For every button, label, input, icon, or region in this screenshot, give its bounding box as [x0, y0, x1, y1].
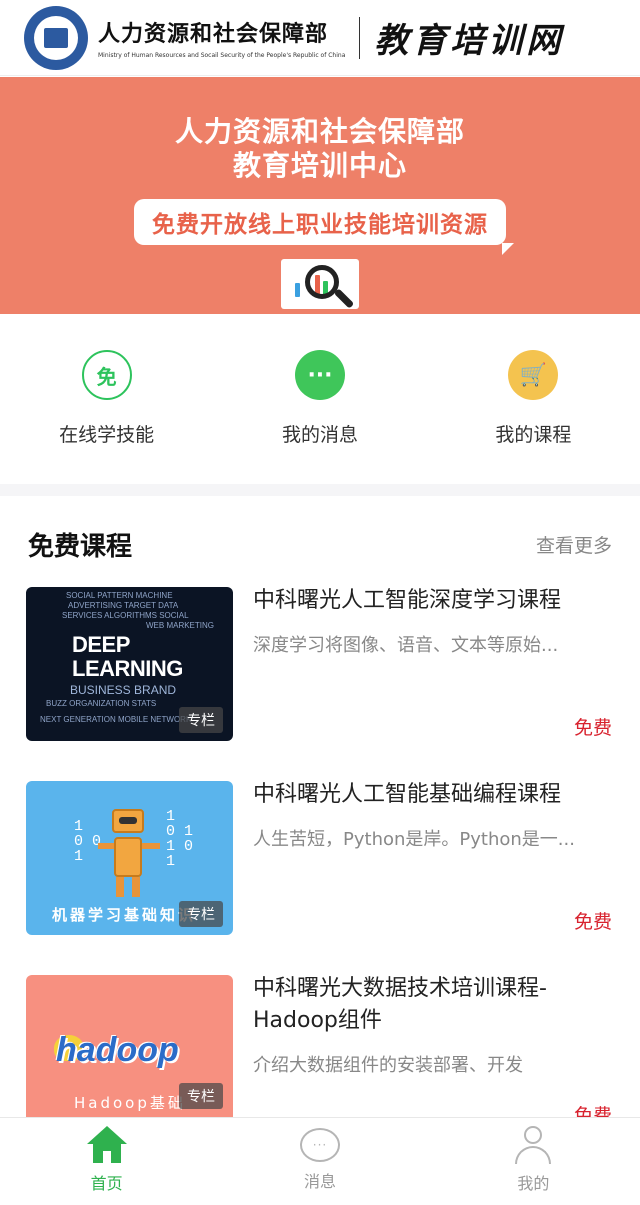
column-tag: 专栏	[179, 901, 223, 927]
course-item[interactable]: hadoop Hadoop基础 专栏 中科曙光大数据技术培训课程-Hadoop组…	[26, 975, 614, 1117]
home-roof	[86, 1126, 127, 1144]
quick-nav-messages[interactable]: ··· 我的消息	[213, 314, 426, 484]
home-door	[102, 1151, 111, 1163]
quick-nav-my-courses[interactable]: 🛒 我的课程	[427, 314, 640, 484]
free-badge-icon: 免	[81, 350, 132, 400]
org-subtitle: Ministry of Human Resources and Socail S…	[98, 52, 346, 59]
course-thumbnail: hadoop Hadoop基础 专栏	[26, 975, 233, 1117]
tab-label: 消息	[303, 1172, 336, 1191]
banner-tagline: 免费开放线上职业技能培训资源	[134, 199, 514, 255]
column-tag: 专栏	[179, 707, 223, 733]
course-thumbnail: SOCIAL PATTERN MACHINE ADVERTISING TARGE…	[26, 587, 233, 741]
tab-messages[interactable]: ··· 消息	[213, 1118, 426, 1205]
tab-label: 首页	[90, 1174, 123, 1193]
course-title: 中科曙光大数据技术培训课程-Hadoop组件	[253, 976, 547, 1033]
course-item[interactable]: 10 0 1 10 11 0 1 机器学习基础知识 专栏 中科曙光人工智能基础编…	[26, 781, 614, 937]
banner-line-1: 人力资源和社会保障部	[174, 115, 465, 148]
cart-icon: 🛒	[508, 350, 559, 400]
robot-eyes	[119, 817, 137, 824]
robot-body	[114, 837, 142, 877]
chat-bubble-icon: ···	[294, 350, 345, 400]
header-divider	[359, 16, 361, 59]
word-cloud-word: NEXT GENERATION MOBILE NETWORK	[40, 715, 192, 724]
chart-bar	[295, 283, 300, 297]
quick-nav-label: 我的消息	[281, 424, 358, 446]
org-block: 人力资源和社会保障部 Ministry of Human Resources a…	[98, 16, 345, 59]
org-name: 人力资源和社会保障部	[98, 22, 329, 47]
course-info: 中科曙光大数据技术培训课程-Hadoop组件 介绍大数据组件的安装部署、开发 免…	[253, 975, 614, 1117]
course-thumbnail: 10 0 1 10 11 0 1 机器学习基础知识 专栏	[26, 781, 233, 935]
robot-arm	[142, 843, 160, 849]
course-description: 介绍大数据组件的安装部署、开发	[253, 1055, 523, 1076]
section-divider	[0, 484, 640, 496]
course-title: 中科曙光人工智能深度学习课程	[253, 588, 562, 613]
course-price: 免费	[573, 1105, 612, 1117]
quick-nav-label: 在线学技能	[59, 424, 155, 446]
tab-profile[interactable]: 我的	[427, 1118, 640, 1205]
course-price: 免费	[573, 911, 612, 933]
magnifier-chart-icon	[281, 259, 359, 309]
robot-leg	[116, 877, 124, 897]
word-cloud-word: ADVERTISING TARGET DATA	[68, 601, 179, 610]
word-cloud-word: BUSINESS BRAND	[70, 683, 177, 697]
user-icon	[513, 1126, 553, 1164]
tab-home[interactable]: 首页	[0, 1118, 213, 1205]
home-icon	[86, 1126, 127, 1164]
thumb-caption: Hadoop基础	[74, 1094, 186, 1112]
binary-digits: 10 11 0 1	[166, 808, 194, 870]
column-tag: 专栏	[179, 1083, 223, 1109]
quick-nav-label: 我的课程	[495, 424, 572, 446]
section-title: 免费课程	[28, 532, 133, 562]
banner-line-2: 教育培训中心	[232, 149, 407, 182]
thumb-logo-text: hadoop	[56, 1031, 179, 1069]
quick-nav-online-skills[interactable]: 免 在线学技能	[0, 314, 213, 484]
word-cloud-word: WEB MARKETING	[146, 621, 215, 630]
ministry-logo-icon	[24, 5, 88, 70]
binary-digits: 10 0 1	[74, 818, 102, 865]
promo-banner[interactable]: 人力资源和社会保障部 教育培训中心 免费开放线上职业技能培训资源	[0, 77, 640, 314]
course-description: 深度学习将图像、语音、文本等原始...	[253, 635, 559, 656]
word-cloud-word: BUZZ ORGANIZATION STATS	[46, 699, 157, 708]
thumb-text: DEEP LEARNING	[72, 632, 183, 681]
course-item[interactable]: SOCIAL PATTERN MACHINE ADVERTISING TARGE…	[26, 587, 614, 743]
bottom-tab-bar: 首页 ··· 消息 我的	[0, 1117, 640, 1205]
chat-icon: ···	[299, 1128, 340, 1162]
word-cloud-word: SERVICES ALGORITHMS SOCIAL	[62, 611, 189, 620]
robot-head	[112, 809, 144, 833]
free-courses-header: 免费课程 查看更多	[28, 526, 612, 563]
course-price: 免费	[573, 717, 612, 739]
course-title: 中科曙光人工智能基础编程课程	[253, 782, 562, 807]
course-info: 中科曙光人工智能深度学习课程 深度学习将图像、语音、文本等原始... 免费	[253, 587, 614, 743]
user-body	[515, 1146, 552, 1164]
top-header: 人力资源和社会保障部 Ministry of Human Resources a…	[0, 0, 640, 76]
robot-leg	[132, 877, 140, 897]
brand-title: 教育培训网	[374, 21, 565, 61]
quick-nav: 免 在线学技能 ··· 我的消息 🛒 我的课程	[0, 314, 640, 484]
view-more-link[interactable]: 查看更多	[536, 531, 612, 558]
course-description: 人生苦短，Python是岸。Python是一...	[253, 829, 575, 850]
user-head	[524, 1126, 543, 1144]
tab-label: 我的	[517, 1174, 550, 1193]
word-cloud-word: SOCIAL PATTERN MACHINE	[66, 591, 173, 600]
thumb-caption: 机器学习基础知识	[52, 906, 197, 924]
course-info: 中科曙光人工智能基础编程课程 人生苦短，Python是岸。Python是一...…	[253, 781, 614, 937]
magnifier-handle	[333, 288, 355, 309]
